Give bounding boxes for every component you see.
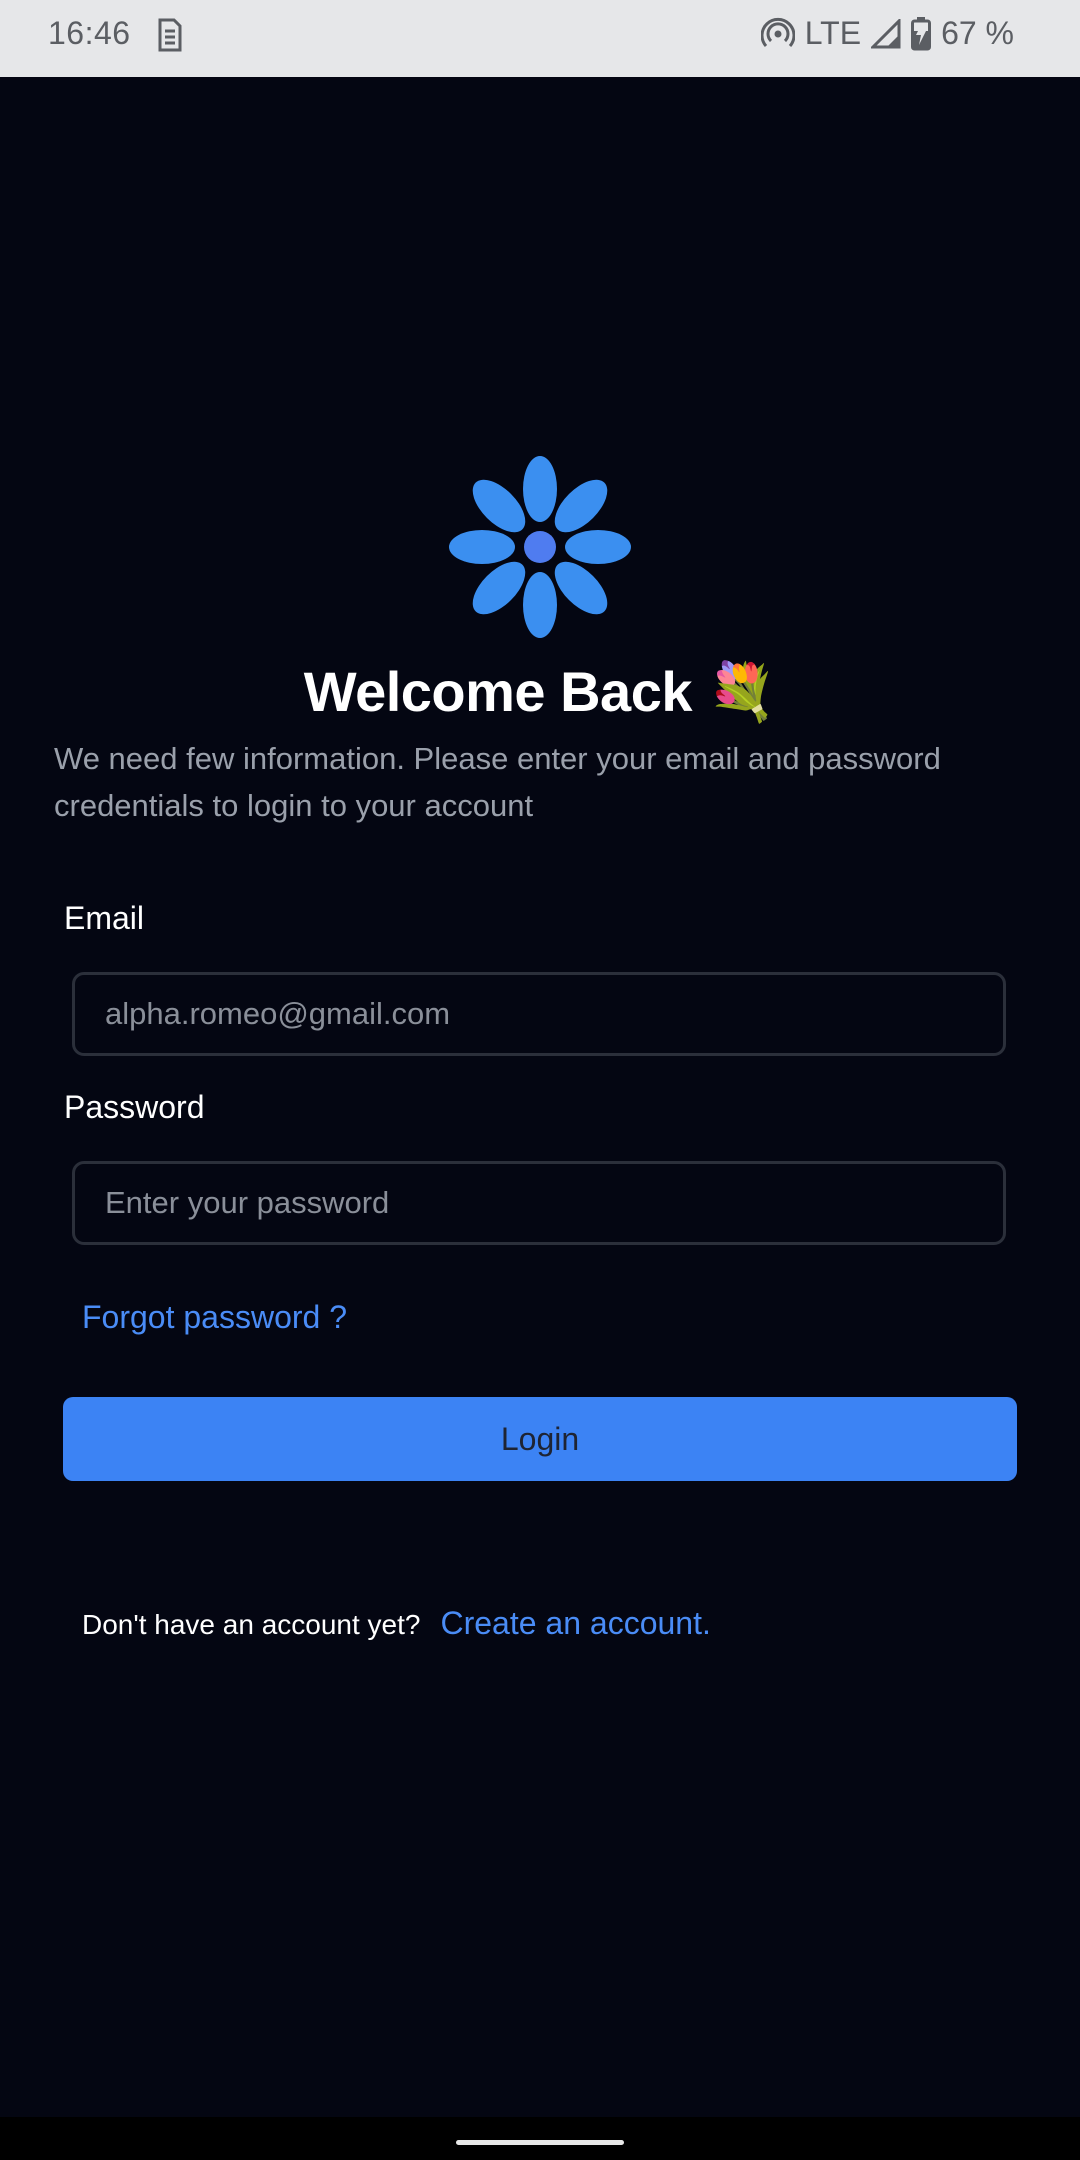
hotspot-icon bbox=[760, 17, 795, 47]
battery-charging-icon bbox=[911, 16, 932, 50]
password-label: Password bbox=[64, 1089, 205, 1125]
email-field[interactable] bbox=[72, 972, 1006, 1056]
forgot-password-link[interactable]: Forgot password ? bbox=[82, 1299, 347, 1336]
navigation-bar bbox=[0, 2117, 1080, 2160]
signal-icon bbox=[871, 18, 901, 48]
status-icons: LTE 67 % bbox=[760, 15, 1014, 52]
page-subtitle: We need few information. Please enter yo… bbox=[54, 741, 941, 823]
battery-level: 67 % bbox=[941, 15, 1014, 51]
status-bar: 16:46 LTE 67 % bbox=[0, 0, 1080, 77]
signup-prompt: Don't have an account yet? bbox=[82, 1609, 421, 1640]
create-account-link[interactable]: Create an account. bbox=[440, 1605, 710, 1642]
password-input[interactable] bbox=[105, 1185, 973, 1221]
page-title: Welcome Back 💐 bbox=[303, 660, 777, 723]
email-label: Email bbox=[64, 900, 145, 936]
password-field[interactable] bbox=[72, 1161, 1006, 1245]
home-gesture-handle[interactable] bbox=[456, 2140, 624, 2145]
sim-card-icon bbox=[158, 18, 182, 52]
login-screen: Welcome Back 💐 We need few information. … bbox=[0, 77, 1080, 2117]
login-button[interactable]: Login bbox=[63, 1397, 1017, 1481]
network-type: LTE bbox=[804, 15, 862, 51]
status-time: 16:46 bbox=[48, 15, 131, 51]
flower-logo-icon bbox=[449, 456, 631, 638]
signup-row: Don't have an account yet? Create an acc… bbox=[82, 1605, 711, 1642]
email-input[interactable] bbox=[105, 996, 973, 1032]
